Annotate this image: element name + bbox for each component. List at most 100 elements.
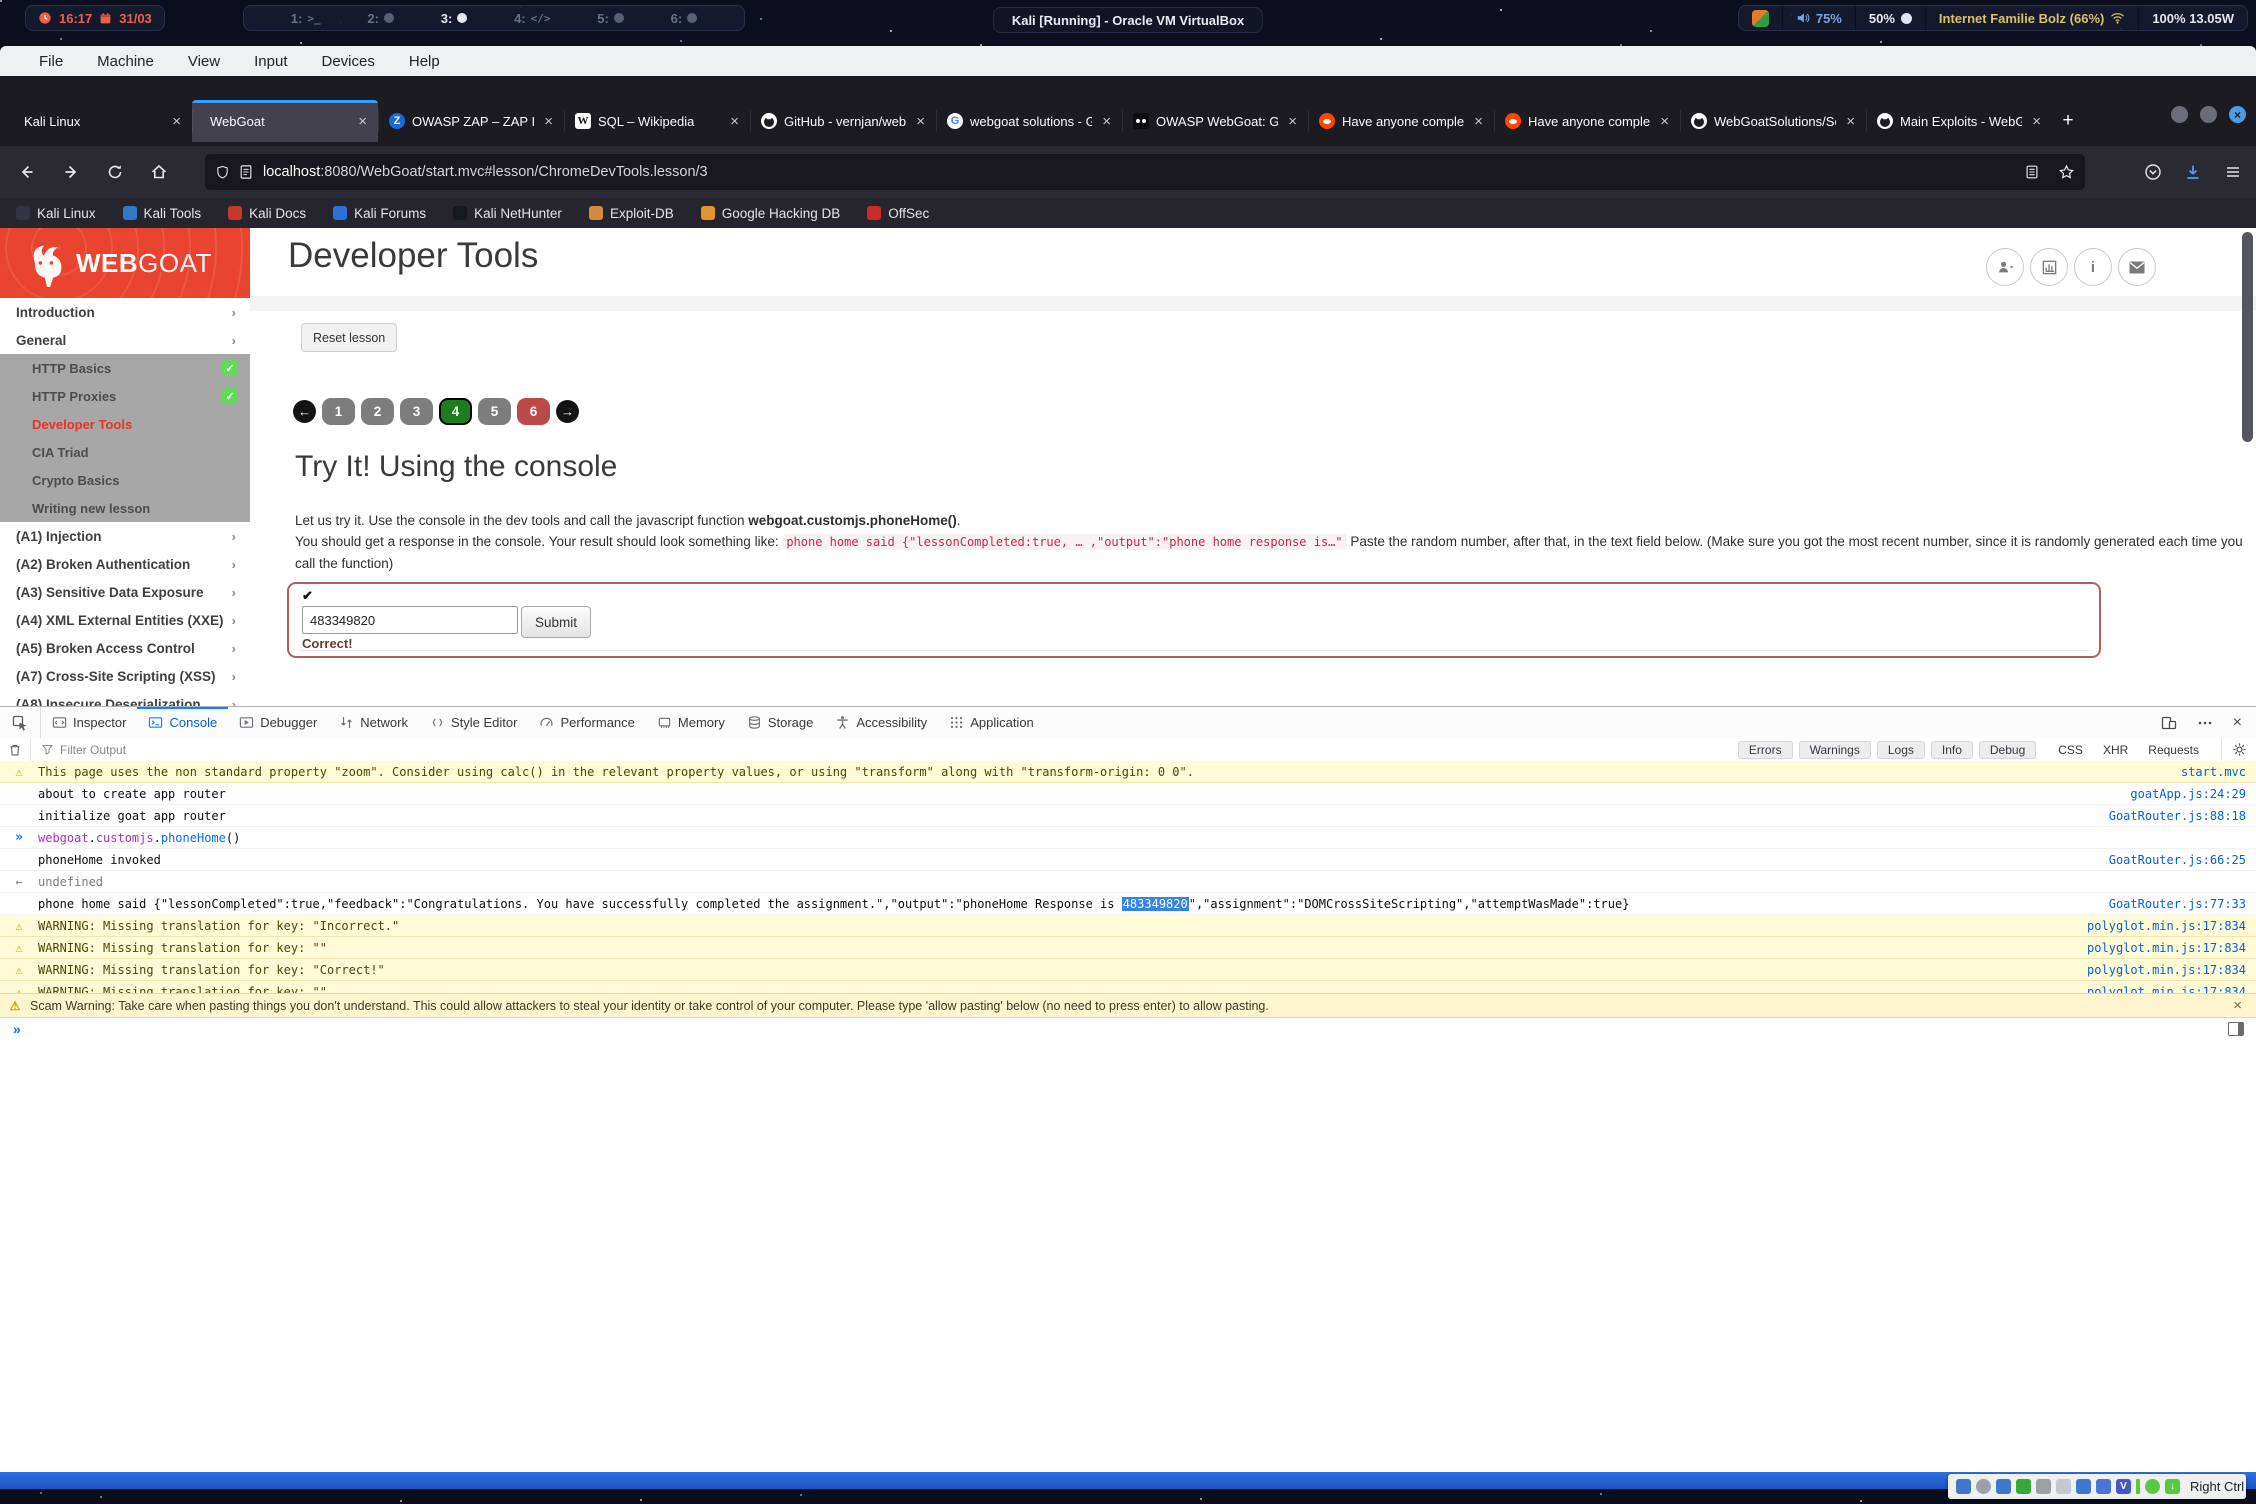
brightness-widget[interactable]: 50% — [1855, 6, 1925, 30]
browser-tab[interactable]: Main Exploits - WebG× — [1866, 100, 2052, 142]
bookmark-item[interactable]: OffSec — [867, 206, 929, 221]
sidebar-item-crypto-basics[interactable]: Crypto Basics — [0, 466, 250, 494]
answer-input[interactable] — [302, 606, 518, 634]
page-button-4[interactable]: 4 — [439, 398, 472, 425]
shared-folder-icon[interactable] — [2056, 1479, 2071, 1494]
sidebar-section--a7-cross-site-scripting-xss-[interactable]: (A7) Cross-Site Scripting (XSS)› — [0, 662, 250, 690]
home-button[interactable] — [142, 155, 176, 189]
menu-file[interactable]: File — [22, 46, 80, 76]
sidebar-section--a1-injection[interactable]: (A1) Injection› — [0, 522, 250, 550]
menu-hamburger-icon[interactable] — [2224, 163, 2242, 181]
user-menu-button[interactable] — [1986, 248, 2024, 286]
devtools-tab-accessibility[interactable]: Accessibility — [824, 707, 938, 738]
forward-button[interactable] — [54, 155, 88, 189]
tab-close-icon[interactable]: × — [541, 113, 556, 130]
sidebar-section--a8-insecure-deserialization[interactable]: (A8) Insecure Deserialization› — [0, 690, 250, 706]
bookmark-item[interactable]: Google Hacking DB — [701, 206, 841, 221]
page-button-3[interactable]: 3 — [400, 398, 433, 425]
sidebar-item-cia-triad[interactable]: CIA Triad — [0, 438, 250, 466]
workspace-item[interactable]: 2: — [367, 11, 394, 26]
devtools-tab-storage[interactable]: Storage — [736, 707, 825, 738]
source-link[interactable]: goatApp.js:24:29 — [2130, 787, 2246, 801]
downloads-icon[interactable] — [2184, 163, 2202, 181]
split-console-icon[interactable] — [2228, 1022, 2244, 1036]
clear-console-icon[interactable] — [0, 738, 31, 761]
maximize-button[interactable] — [2200, 106, 2217, 123]
devtools-menu-icon[interactable] — [2197, 715, 2213, 731]
console-input-row[interactable]: » — [0, 1017, 2256, 1041]
workspace-item[interactable]: 4:</> — [514, 11, 550, 26]
tab-close-icon[interactable]: × — [1099, 113, 1114, 130]
devtools-tab-network[interactable]: Network — [328, 707, 419, 738]
volume-widget[interactable]: 75% — [1782, 6, 1855, 30]
tab-close-icon[interactable]: × — [2029, 113, 2044, 130]
devtools-tab-debugger[interactable]: Debugger — [228, 707, 328, 738]
sidebar-section--a2-broken-authentication[interactable]: (A2) Broken Authentication› — [0, 550, 250, 578]
browser-tab[interactable]: OWASP WebGoat: Ge× — [1122, 100, 1308, 142]
sidebar-section-introduction[interactable]: Introduction› — [0, 298, 250, 326]
page-info-icon[interactable] — [239, 164, 253, 180]
tab-close-icon[interactable]: × — [1843, 113, 1858, 130]
usb-icon[interactable] — [2036, 1479, 2051, 1494]
source-link[interactable]: polyglot.min.js:17:834 — [2087, 941, 2246, 955]
menu-devices[interactable]: Devices — [305, 46, 392, 76]
reader-mode-icon[interactable] — [2024, 164, 2040, 180]
url-bar[interactable]: localhost:8080/WebGoat/start.mvc#lesson/… — [205, 154, 2085, 190]
browser-tab[interactable]: WebGoat× — [192, 100, 378, 142]
bookmark-item[interactable]: Kali NetHunter — [453, 206, 562, 221]
tab-close-icon[interactable]: × — [169, 113, 184, 130]
filter-xhr-button[interactable]: XHR — [2095, 742, 2136, 758]
audio-icon[interactable] — [1996, 1479, 2011, 1494]
browser-tab[interactable]: Gwebgoat solutions - G× — [936, 100, 1122, 142]
reset-lesson-button[interactable]: Reset lesson — [301, 323, 397, 352]
bookmark-item[interactable]: Kali Linux — [16, 206, 96, 221]
browser-tab[interactable]: ZOWASP ZAP – ZAP Int× — [378, 100, 564, 142]
filter-css-button[interactable]: CSS — [2050, 742, 2091, 758]
devtools-tab-performance[interactable]: Performance — [528, 707, 645, 738]
menu-machine[interactable]: Machine — [80, 46, 171, 76]
page-button-1[interactable]: 1 — [322, 398, 355, 425]
bookmark-item[interactable]: Kali Forums — [333, 206, 426, 221]
next-page-button[interactable]: → — [556, 400, 579, 423]
source-link[interactable]: polyglot.min.js:17:834 — [2087, 963, 2246, 977]
workspace-item[interactable]: 6: — [671, 11, 698, 26]
sidebar-section--a4-xml-external-entities-xxe-[interactable]: (A4) XML External Entities (XXE)› — [0, 606, 250, 634]
source-link[interactable]: GoatRouter.js:66:25 — [2109, 853, 2246, 867]
tab-close-icon[interactable]: × — [727, 113, 742, 130]
panel-status-area[interactable]: 75% 50% Internet Familie Bolz (66%) 100%… — [1738, 5, 2248, 31]
sidebar-item-http-proxies[interactable]: HTTP Proxies✓ — [0, 382, 250, 410]
devtools-tab-memory[interactable]: Memory — [646, 707, 736, 738]
filter-debug-button[interactable]: Debug — [1979, 741, 2036, 759]
network-icon[interactable] — [2016, 1479, 2031, 1494]
devtools-tab-inspector[interactable]: Inspector — [41, 707, 137, 738]
responsive-design-icon[interactable] — [2161, 715, 2177, 731]
bookmark-item[interactable]: Exploit-DB — [589, 206, 674, 221]
sidebar-item-writing-new-lesson[interactable]: Writing new lesson — [0, 494, 250, 522]
devtools-tab-console[interactable]: Console — [137, 707, 228, 738]
tab-close-icon[interactable]: × — [1657, 113, 1672, 130]
sidebar-section--a3-sensitive-data-exposure[interactable]: (A3) Sensitive Data Exposure› — [0, 578, 250, 606]
page-button-2[interactable]: 2 — [361, 398, 394, 425]
close-button[interactable]: × — [2229, 106, 2246, 123]
pocket-icon[interactable] — [2144, 163, 2162, 181]
filter-logs-button[interactable]: Logs — [1877, 741, 1925, 759]
filter-requests-button[interactable]: Requests — [2140, 742, 2207, 758]
filter-info-button[interactable]: Info — [1931, 741, 1973, 759]
network-widget[interactable]: Internet Familie Bolz (66%) — [1925, 6, 2138, 30]
workspace-item[interactable]: 3: — [441, 11, 468, 26]
filter-warnings-button[interactable]: Warnings — [1799, 741, 1871, 759]
workspace-item[interactable]: 5: — [597, 11, 624, 26]
reload-button[interactable] — [98, 155, 132, 189]
tab-close-icon[interactable]: × — [355, 113, 370, 130]
shield-icon[interactable] — [215, 164, 230, 181]
back-button[interactable] — [10, 155, 44, 189]
optical-disc-icon[interactable] — [1976, 1479, 1991, 1494]
indicator-icon[interactable] — [2136, 1479, 2140, 1494]
page-scrollbar[interactable] — [2242, 232, 2253, 702]
browser-tab[interactable]: WSQL – Wikipedia× — [564, 100, 750, 142]
panel-clock-widget[interactable]: 16:17 31/03 — [25, 5, 165, 31]
minimize-button[interactable] — [2171, 106, 2188, 123]
prev-page-button[interactable]: ← — [293, 400, 316, 423]
update-icon[interactable]: ↓ — [2165, 1479, 2180, 1494]
filter-output-input[interactable]: Filter Output — [41, 743, 1738, 757]
